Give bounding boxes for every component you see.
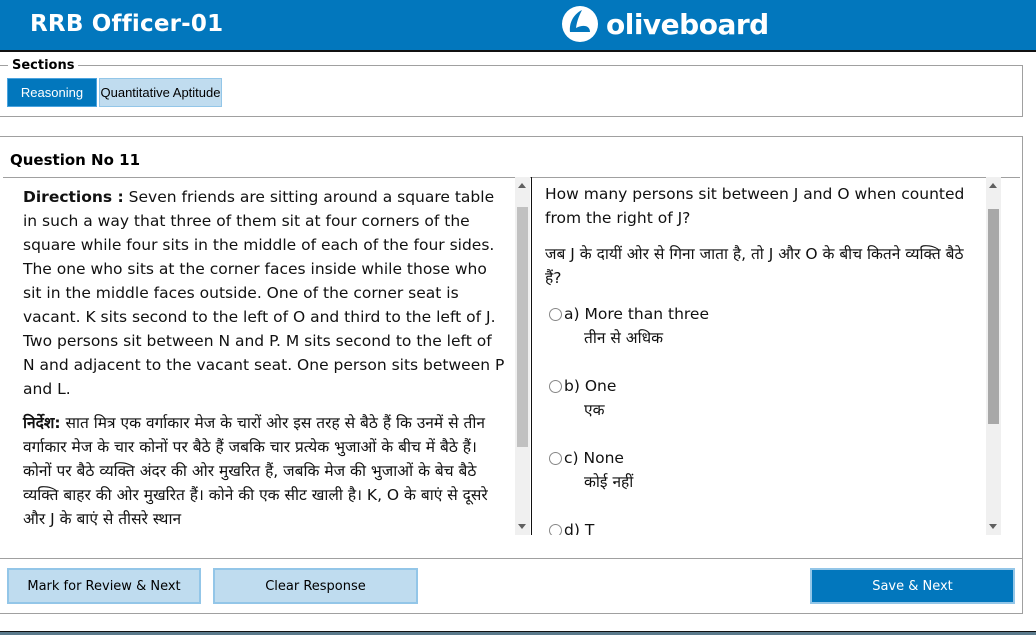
brand-name: oliveboard [606, 7, 769, 41]
sections-panel: Sections Reasoning Quantitative Aptitude [0, 58, 1023, 117]
option-a-radio[interactable] [549, 307, 562, 321]
question-number: Question No 11 [10, 151, 141, 169]
option-c[interactable]: c) None कोई नहीं [545, 446, 975, 494]
option-key: c) [564, 449, 579, 467]
directions-hi-label: निर्देश: [23, 414, 61, 432]
footer-bar [0, 631, 1036, 635]
divider [0, 558, 1023, 559]
question-text-english: How many persons sit between J and O whe… [545, 185, 965, 227]
sections-legend: Sections [8, 58, 79, 73]
option-c-radio[interactable] [549, 451, 562, 465]
brand-logo: oliveboard [560, 3, 769, 45]
directions-pane: Directions : Seven friends are sitting a… [0, 177, 530, 535]
scroll-up-arrow-icon[interactable] [518, 183, 526, 188]
option-a[interactable]: a) More than three तीन से अधिक [545, 302, 975, 350]
option-d[interactable]: d) T [545, 518, 975, 535]
option-text-en: One [584, 377, 617, 395]
section-tab-reasoning[interactable]: Reasoning [7, 78, 97, 107]
clear-response-button[interactable]: Clear Response [213, 568, 418, 604]
directions-text: Seven friends are sitting around a squar… [23, 188, 505, 398]
mark-for-review-button[interactable]: Mark for Review & Next [7, 568, 201, 604]
section-tab-quantitative-aptitude[interactable]: Quantitative Aptitude [99, 78, 222, 107]
oliveboard-logo-icon [562, 6, 598, 42]
question-text-hindi: जब J के दायीं ओर से गिना जाता है, तो J औ… [545, 245, 964, 287]
scroll-down-arrow-icon[interactable] [518, 524, 526, 529]
scroll-down-arrow-icon[interactable] [989, 524, 997, 529]
directions-scrollbar[interactable] [515, 177, 530, 535]
exam-title: RRB Officer-01 [30, 11, 224, 37]
directions-english: Directions : Seven friends are sitting a… [23, 185, 508, 401]
option-text-hi: कोई नहीं [584, 473, 634, 491]
scrollbar-thumb[interactable] [517, 207, 528, 447]
option-text-en: None [583, 449, 624, 467]
scrollbar-thumb[interactable] [988, 209, 999, 424]
save-and-next-button[interactable]: Save & Next [810, 568, 1015, 604]
option-text-hi: तीन से अधिक [584, 329, 664, 347]
option-key: b) [564, 377, 580, 395]
question-pane: How many persons sit between J and O whe… [532, 177, 1002, 535]
option-key: d) [564, 521, 580, 535]
scroll-up-arrow-icon[interactable] [989, 183, 997, 188]
question-scrollbar[interactable] [986, 177, 1001, 535]
directions-hindi: निर्देश: सात मित्र एक वर्गाकार मेज के चा… [23, 411, 508, 531]
option-text-en: T [584, 521, 595, 535]
option-b-radio[interactable] [549, 379, 562, 393]
option-text-en: More than three [584, 305, 709, 323]
header-bar: RRB Officer-01 oliveboard [0, 0, 1036, 52]
option-b[interactable]: b) One एक [545, 374, 975, 422]
question-panel: Question No 11 Directions : Seven friend… [0, 136, 1023, 614]
option-text-hi: एक [584, 401, 605, 419]
option-d-radio[interactable] [549, 523, 562, 535]
directions-label: Directions : [23, 188, 124, 206]
directions-hi-text: सात मित्र एक वर्गाकार मेज के चारों ओर इस… [23, 414, 488, 528]
option-key: a) [564, 305, 580, 323]
